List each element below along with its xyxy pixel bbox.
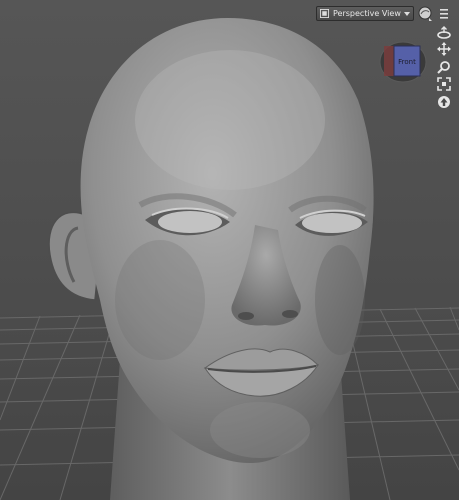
pan-icon[interactable] [437, 42, 451, 56]
shading-sphere-icon[interactable] [418, 6, 434, 22]
view-select-label: Perspective View [333, 9, 401, 18]
3d-viewport[interactable]: Perspective View Front [0, 0, 459, 500]
view-select[interactable]: Perspective View [316, 6, 414, 21]
menu-icon[interactable] [438, 7, 450, 21]
reset-view-icon[interactable] [437, 95, 451, 109]
view-cube[interactable]: Front [378, 40, 428, 84]
view-cube-label: Front [398, 58, 416, 66]
zoom-icon[interactable] [437, 60, 451, 74]
chevron-down-icon [404, 11, 410, 16]
camera-icon [320, 9, 329, 18]
frame-icon[interactable] [437, 77, 451, 91]
viewport-toolbar: Perspective View [316, 5, 450, 22]
orbit-icon[interactable] [437, 26, 451, 40]
